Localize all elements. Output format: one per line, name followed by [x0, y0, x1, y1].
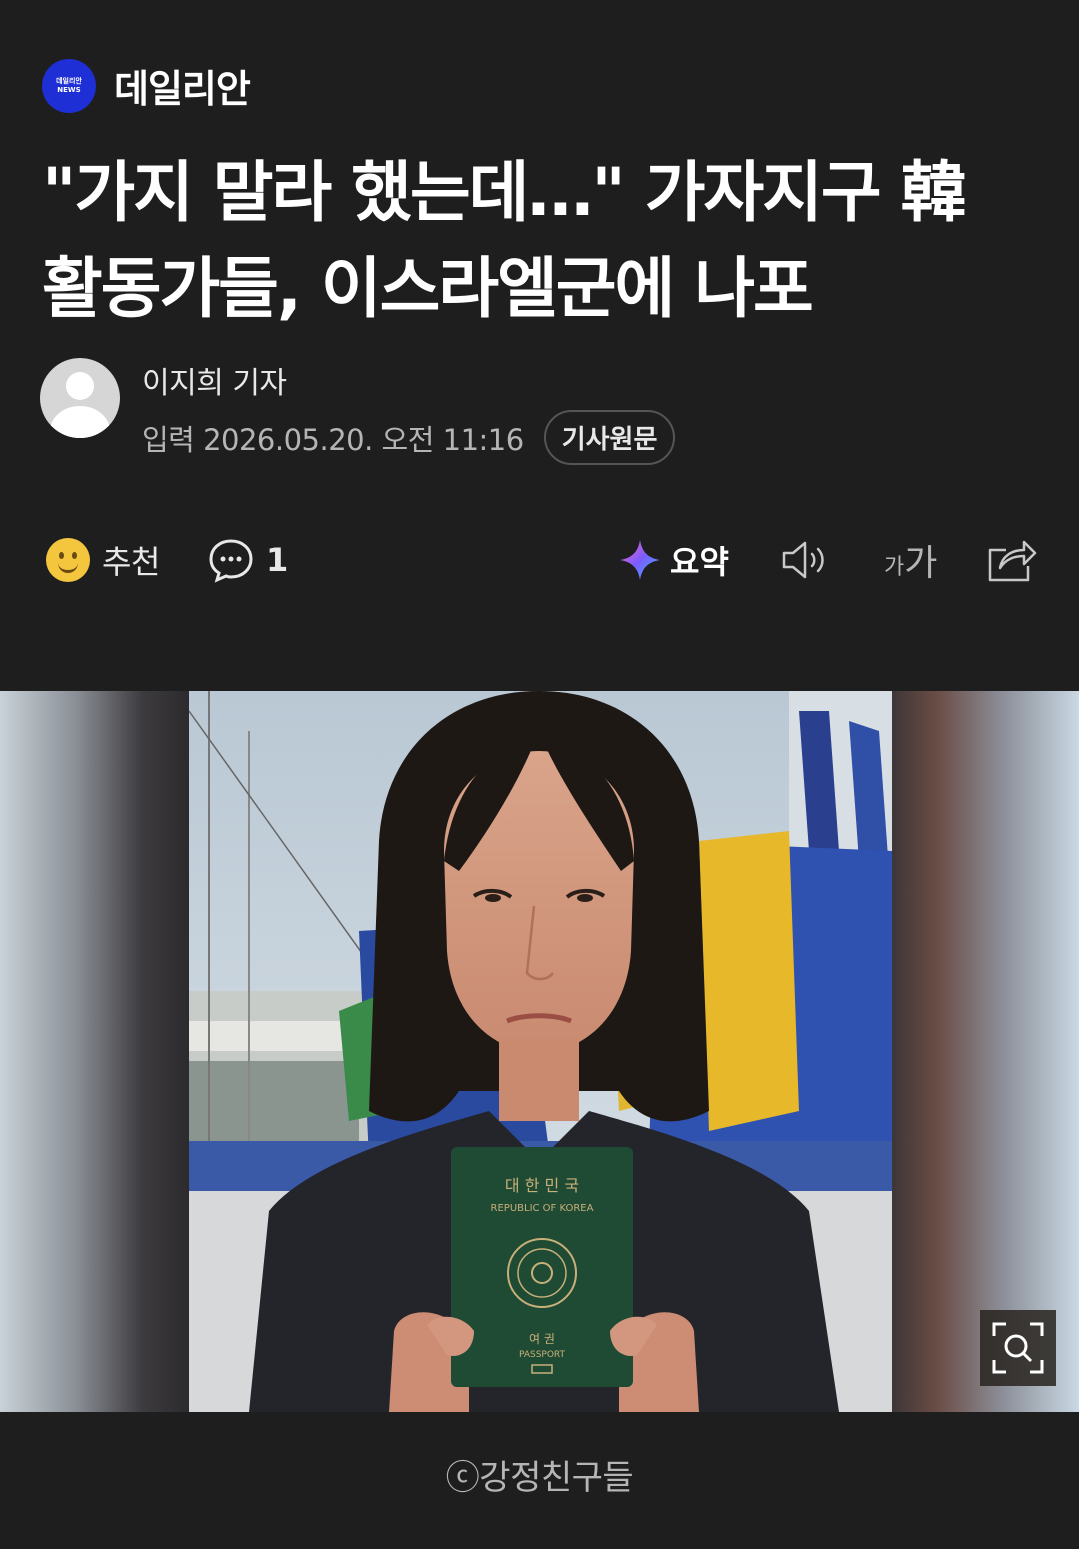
zoom-search-icon: [992, 1322, 1044, 1374]
passport-title: 대 한 민 국: [505, 1176, 579, 1195]
article-photo-area: 대 한 민 국 REPUBLIC OF KOREA 여 권 PASSPORT: [0, 691, 1079, 1412]
date-row: 입력 2026.05.20. 오전 11:16 기사원문: [142, 410, 676, 465]
photo-blur-right: [889, 691, 1079, 1412]
photo-zoom-button[interactable]: [980, 1310, 1056, 1386]
avatar-head: [66, 372, 94, 400]
byline-info: 이지희 기자 입력 2026.05.20. 오전 11:16 기사원문: [142, 358, 676, 465]
recommend-button[interactable]: 추천: [46, 530, 160, 590]
headline-line-1: "가지 말라 했는데…" 가자지구 韓: [42, 154, 967, 231]
font-size-button[interactable]: 가 가: [884, 530, 937, 590]
headline-line-2: 활동가들, 이스라엘군에 나포: [42, 250, 814, 327]
comment-count: 1: [266, 541, 289, 579]
ai-sparkle-icon: [620, 540, 660, 580]
photo-blur-left: [0, 691, 190, 1412]
comment-button[interactable]: 1: [208, 530, 288, 590]
press-logo[interactable]: 데일리안 NEWS: [42, 58, 96, 113]
article-photo[interactable]: 대 한 민 국 REPUBLIC OF KOREA 여 권 PASSPORT: [189, 691, 892, 1412]
passport-label-en: PASSPORT: [519, 1350, 566, 1360]
comment-icon: [209, 539, 253, 583]
font-size-large: 가: [904, 543, 938, 584]
share-icon: [988, 540, 1037, 582]
summary-label: 요약: [670, 543, 729, 581]
recommend-label: 추천: [102, 543, 160, 581]
listen-button[interactable]: [780, 530, 832, 590]
reporter-name[interactable]: 이지희 기자: [142, 358, 675, 402]
summary-button[interactable]: 요약: [618, 530, 729, 590]
article-headline: "가지 말라 했는데…" 가자지구 韓 활동가들, 이스라엘군에 나포: [42, 145, 1042, 337]
share-button[interactable]: [986, 530, 1038, 590]
press-name[interactable]: 데일리안: [114, 58, 251, 113]
published-date: 입력 2026.05.20. 오전 11:16: [142, 422, 524, 457]
press-header[interactable]: 데일리안 NEWS 데일리안: [42, 58, 251, 113]
original-article-button[interactable]: 기사원문: [543, 410, 676, 465]
font-size-small: 가: [884, 555, 905, 580]
press-logo-text: 데일리안: [56, 76, 82, 85]
article-toolbar: 추천 1 요약 가 가: [44, 530, 1039, 590]
smile-icon: [46, 538, 90, 582]
byline: 이지희 기자 입력 2026.05.20. 오전 11:16 기사원문: [40, 358, 676, 465]
speaker-icon: [782, 541, 824, 579]
press-logo-subtext: NEWS: [57, 85, 81, 94]
reporter-avatar[interactable]: [40, 358, 120, 438]
photo-caption: ⓒ강정친구들: [445, 1458, 634, 1498]
avatar-body: [50, 406, 110, 438]
passport-subtitle: REPUBLIC OF KOREA: [491, 1203, 594, 1214]
passport-label-ko: 여 권: [529, 1332, 555, 1346]
